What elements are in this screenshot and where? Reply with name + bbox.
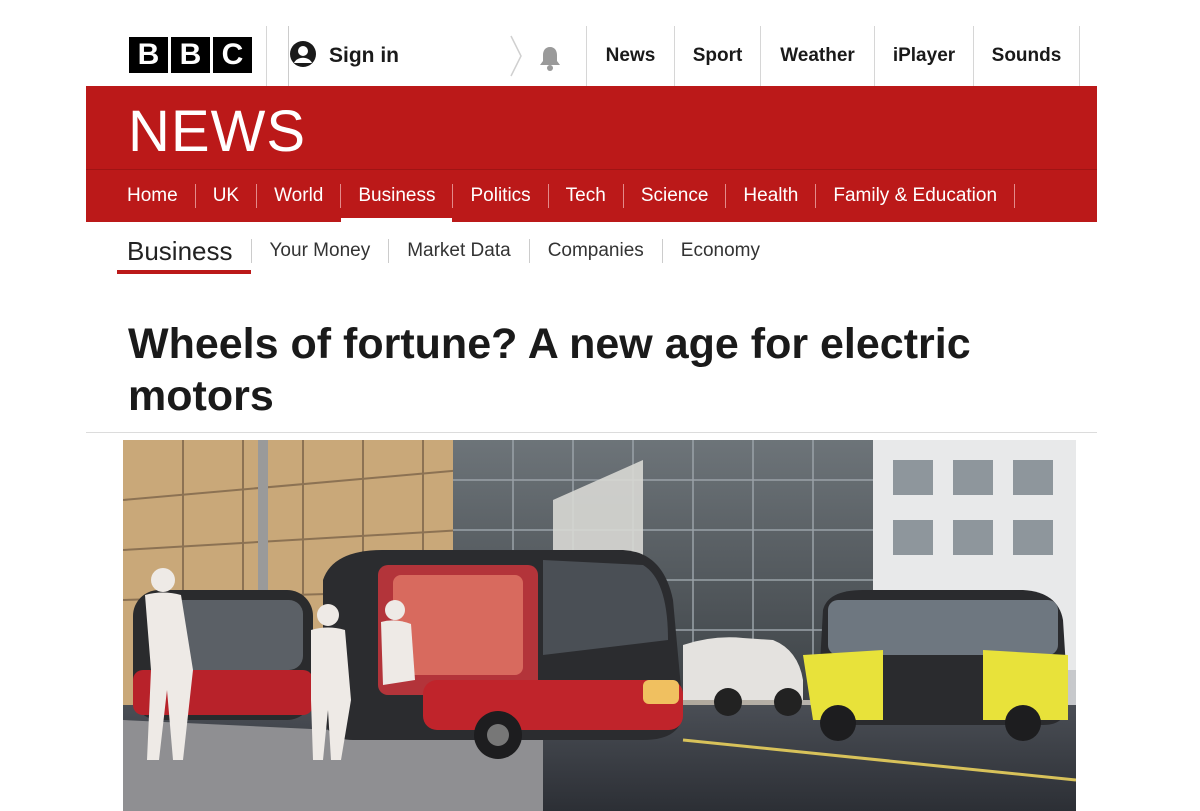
nav-politics[interactable]: Politics	[453, 170, 547, 223]
nav-science[interactable]: Science	[624, 170, 726, 223]
bbc-logo-letter-b1: B	[129, 37, 168, 73]
sign-in-label: Sign in	[329, 44, 399, 67]
section-economy[interactable]: Economy	[663, 240, 778, 262]
nav-business[interactable]: Business	[341, 170, 453, 223]
section-companies[interactable]: Companies	[530, 240, 662, 262]
nav-family-education[interactable]: Family & Education	[816, 170, 1014, 223]
chevron-right-icon	[509, 34, 523, 83]
nav-health[interactable]: Health	[726, 170, 815, 223]
bbc-logo-letter-b2: B	[171, 37, 210, 73]
nav-home[interactable]: Home	[110, 170, 195, 223]
bbc-logo-letter-c: C	[213, 37, 252, 73]
nav-world[interactable]: World	[257, 170, 340, 223]
masthead: B B C Sign in News Sport Weather iPlayer…	[86, 26, 1097, 86]
user-icon	[289, 40, 317, 73]
nav-uk[interactable]: UK	[196, 170, 256, 223]
news-banner: NEWS Home UK World Business Politics Tec…	[86, 86, 1097, 223]
top-nav-sounds[interactable]: Sounds	[973, 26, 1080, 86]
section-your-money[interactable]: Your Money	[252, 240, 389, 262]
top-nav-weather[interactable]: Weather	[760, 26, 874, 86]
nav-tech[interactable]: Tech	[549, 170, 623, 223]
nav-separator	[1014, 184, 1016, 208]
news-wordmark[interactable]: NEWS	[128, 98, 306, 165]
top-nav-news[interactable]: News	[586, 26, 674, 86]
headline-divider	[86, 432, 1097, 433]
top-nav: News Sport Weather iPlayer Sounds	[586, 26, 1080, 86]
bbc-logo[interactable]: B B C	[129, 37, 252, 73]
sign-in-link[interactable]: Sign in	[288, 26, 399, 86]
article-hero-image	[123, 440, 1076, 811]
masthead-divider	[266, 26, 267, 86]
top-nav-iplayer[interactable]: iPlayer	[874, 26, 973, 86]
section-nav: Business Your Money Market Data Companie…	[117, 228, 778, 274]
section-title[interactable]: Business	[117, 228, 251, 274]
section-market-data[interactable]: Market Data	[389, 240, 528, 262]
main-nav: Home UK World Business Politics Tech Sci…	[86, 169, 1097, 223]
top-nav-sport[interactable]: Sport	[674, 26, 760, 86]
bell-icon[interactable]	[536, 44, 564, 77]
article-headline: Wheels of fortune? A new age for electri…	[128, 320, 971, 420]
